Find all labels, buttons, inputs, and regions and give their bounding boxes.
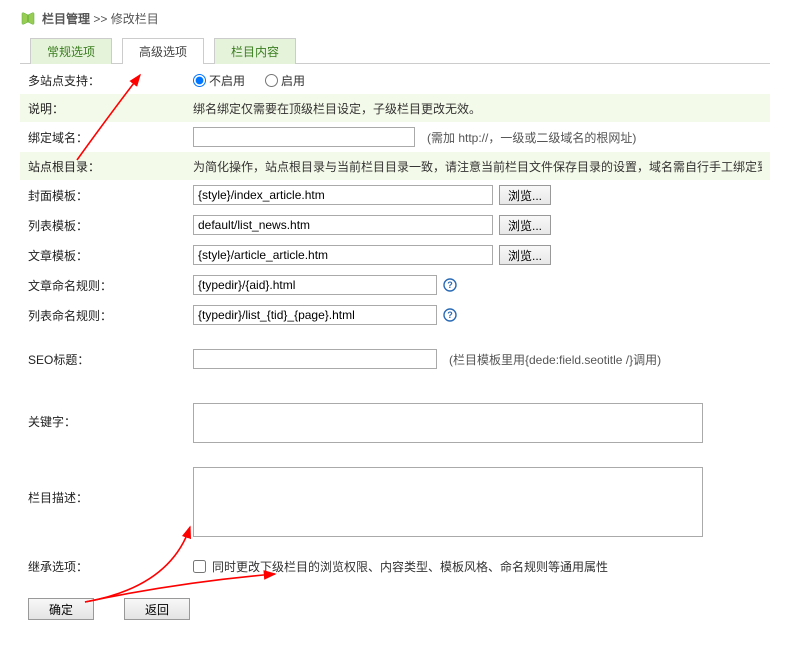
multisite-enable[interactable]: 启用 <box>265 72 305 89</box>
tpl-article-input[interactable] <box>193 245 493 265</box>
help-icon[interactable]: ? <box>443 278 457 292</box>
rule-list-input[interactable] <box>193 305 437 325</box>
bind-domain-input[interactable] <box>193 127 415 147</box>
tpl-list-label: 列表模板： <box>28 217 193 234</box>
multisite-disable[interactable]: 不启用 <box>193 72 245 89</box>
bind-domain-label: 绑定域名： <box>28 129 193 146</box>
ok-button[interactable]: 确定 <box>28 598 94 620</box>
inherit-checkbox[interactable] <box>193 560 206 573</box>
tab-content[interactable]: 栏目内容 <box>214 38 296 64</box>
tab-advanced[interactable]: 高级选项 <box>122 38 204 64</box>
inherit-label: 继承选项： <box>28 558 193 575</box>
multisite-label: 多站点支持： <box>28 72 193 89</box>
tpl-cover-input[interactable] <box>193 185 493 205</box>
siteroot-text: 为简化操作，站点根目录与当前栏目目录一致，请注意当前栏目文件保存目录的设置，域名… <box>193 158 762 175</box>
rule-article-input[interactable] <box>193 275 437 295</box>
tpl-article-browse-button[interactable]: 浏览... <box>499 245 551 265</box>
note-label: 说明： <box>28 100 193 117</box>
svg-text:?: ? <box>447 310 453 320</box>
bind-domain-hint: (需加 http://，一级或二级域名的根网址) <box>427 129 636 146</box>
keywords-label: 关键字： <box>28 403 193 430</box>
seo-title-input[interactable] <box>193 349 437 369</box>
svg-text:?: ? <box>447 280 453 290</box>
tpl-cover-browse-button[interactable]: 浏览... <box>499 185 551 205</box>
description-label: 栏目描述： <box>28 467 193 506</box>
tpl-article-label: 文章模板： <box>28 247 193 264</box>
seo-title-label: SEO标题： <box>28 351 193 368</box>
tpl-cover-label: 封面模板： <box>28 187 193 204</box>
tpl-list-browse-button[interactable]: 浏览... <box>499 215 551 235</box>
note-text: 绑名绑定仅需要在顶级栏目设定，子级栏目更改无效。 <box>193 100 762 117</box>
inherit-text: 同时更改下级栏目的浏览权限、内容类型、模板风格、命名规则等通用属性 <box>212 558 608 575</box>
tpl-list-input[interactable] <box>193 215 493 235</box>
crumb-page: 修改栏目 <box>111 12 159 26</box>
back-button[interactable]: 返回 <box>124 598 190 620</box>
description-textarea[interactable] <box>193 467 703 537</box>
rule-article-label: 文章命名规则： <box>28 277 193 294</box>
tab-general[interactable]: 常规选项 <box>30 38 112 64</box>
crumb-sep: >> <box>93 12 107 26</box>
siteroot-label: 站点根目录： <box>28 158 193 175</box>
help-icon[interactable]: ? <box>443 308 457 322</box>
rule-list-label: 列表命名规则： <box>28 307 193 324</box>
keywords-textarea[interactable] <box>193 403 703 443</box>
crumb-category: 栏目管理 <box>42 12 90 26</box>
seo-hint: (栏目模板里用{dede:field.seotitle /}调用) <box>449 351 661 368</box>
book-icon <box>20 11 36 27</box>
